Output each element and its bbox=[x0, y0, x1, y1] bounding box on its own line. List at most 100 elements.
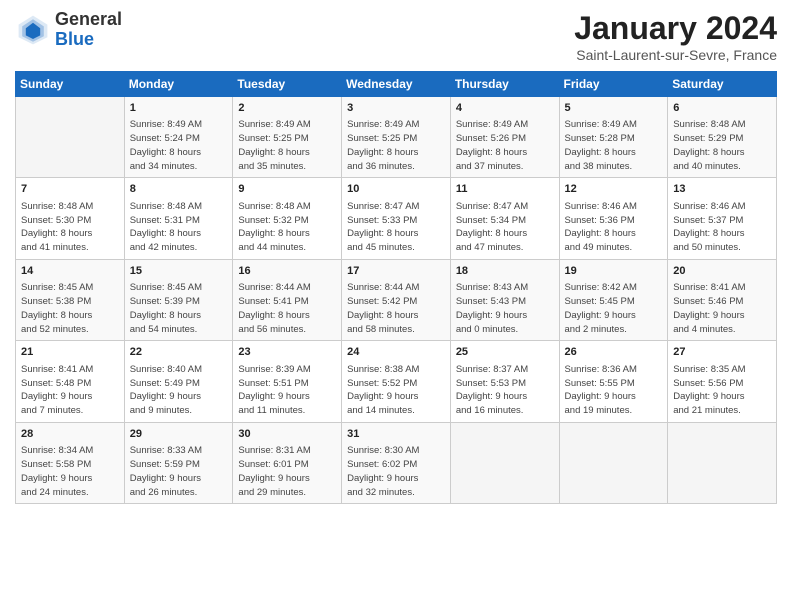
logo-text: General Blue bbox=[55, 10, 122, 50]
calendar-cell: 10Sunrise: 8:47 AMSunset: 5:33 PMDayligh… bbox=[342, 178, 451, 259]
header-day-saturday: Saturday bbox=[668, 72, 777, 97]
calendar-cell: 14 Sunrise: 8:45 AMSunset: 5:38 PMDayligh… bbox=[16, 259, 125, 340]
day-detail: Sunrise: 8:40 AMSunset: 5:49 PMDaylight:… bbox=[130, 363, 228, 418]
day-number: 22 bbox=[130, 345, 228, 360]
header-day-sunday: Sunday bbox=[16, 72, 125, 97]
header-day-thursday: Thursday bbox=[450, 72, 559, 97]
header-day-friday: Friday bbox=[559, 72, 668, 97]
calendar-cell: 20 Sunrise: 8:41 AMSunset: 5:46 PMDayligh… bbox=[668, 259, 777, 340]
calendar-cell: 13 Sunrise: 8:46 AMSunset: 5:37 PMDayligh… bbox=[668, 178, 777, 259]
day-number: 14 bbox=[21, 264, 119, 279]
calendar-cell: 1 Sunrise: 8:49 AMSunset: 5:24 PMDaylight… bbox=[124, 97, 233, 178]
day-number: 9 bbox=[238, 182, 336, 197]
calendar-cell: 6Sunrise: 8:48 AMSunset: 5:29 PMDaylight… bbox=[668, 97, 777, 178]
logo: General Blue bbox=[15, 10, 122, 50]
calendar-cell: 5 Sunrise: 8:49 AMSunset: 5:28 PMDaylight… bbox=[559, 97, 668, 178]
day-number: 8 bbox=[130, 182, 228, 197]
day-detail: Sunrise: 8:44 AMSunset: 5:42 PMDaylight:… bbox=[347, 281, 445, 336]
calendar-cell: 15 Sunrise: 8:45 AMSunset: 5:39 PMDayligh… bbox=[124, 259, 233, 340]
day-detail: Sunrise: 8:48 AMSunset: 5:31 PMDaylight:… bbox=[130, 200, 228, 255]
day-number: 25 bbox=[456, 345, 554, 360]
day-number: 26 bbox=[565, 345, 663, 360]
calendar-cell: 11 Sunrise: 8:47 AMSunset: 5:34 PMDayligh… bbox=[450, 178, 559, 259]
day-number: 15 bbox=[130, 264, 228, 279]
calendar-week-1: 1 Sunrise: 8:49 AMSunset: 5:24 PMDaylight… bbox=[16, 97, 777, 178]
day-detail: Sunrise: 8:37 AMSunset: 5:53 PMDaylight:… bbox=[456, 363, 554, 418]
day-detail: Sunrise: 8:41 AMSunset: 5:46 PMDaylight:… bbox=[673, 281, 771, 336]
day-detail: Sunrise: 8:48 AMSunset: 5:32 PMDaylight:… bbox=[238, 200, 336, 255]
calendar-cell: 16Sunrise: 8:44 AMSunset: 5:41 PMDayligh… bbox=[233, 259, 342, 340]
calendar-location: Saint-Laurent-sur-Sevre, France bbox=[574, 47, 777, 63]
calendar-week-4: 21 Sunrise: 8:41 AMSunset: 5:48 PMDayligh… bbox=[16, 341, 777, 422]
calendar-cell bbox=[559, 422, 668, 503]
calendar-header-row: SundayMondayTuesdayWednesdayThursdayFrid… bbox=[16, 72, 777, 97]
calendar-cell: 9 Sunrise: 8:48 AMSunset: 5:32 PMDaylight… bbox=[233, 178, 342, 259]
header-day-tuesday: Tuesday bbox=[233, 72, 342, 97]
day-detail: Sunrise: 8:31 AMSunset: 6:01 PMDaylight:… bbox=[238, 444, 336, 499]
header-day-monday: Monday bbox=[124, 72, 233, 97]
day-number: 21 bbox=[21, 345, 119, 360]
day-number: 6 bbox=[673, 101, 771, 116]
day-detail: Sunrise: 8:47 AMSunset: 5:34 PMDaylight:… bbox=[456, 200, 554, 255]
calendar-cell: 25 Sunrise: 8:37 AMSunset: 5:53 PMDayligh… bbox=[450, 341, 559, 422]
day-number: 19 bbox=[565, 264, 663, 279]
calendar-cell: 18 Sunrise: 8:43 AMSunset: 5:43 PMDayligh… bbox=[450, 259, 559, 340]
day-number: 12 bbox=[565, 182, 663, 197]
calendar-cell: 7 Sunrise: 8:48 AMSunset: 5:30 PMDaylight… bbox=[16, 178, 125, 259]
day-detail: Sunrise: 8:49 AMSunset: 5:28 PMDaylight:… bbox=[565, 118, 663, 173]
day-number: 31 bbox=[347, 427, 445, 442]
calendar-table: SundayMondayTuesdayWednesdayThursdayFrid… bbox=[15, 71, 777, 504]
calendar-week-3: 14 Sunrise: 8:45 AMSunset: 5:38 PMDayligh… bbox=[16, 259, 777, 340]
day-number: 13 bbox=[673, 182, 771, 197]
calendar-cell: 28Sunrise: 8:34 AMSunset: 5:58 PMDayligh… bbox=[16, 422, 125, 503]
day-number: 20 bbox=[673, 264, 771, 279]
day-detail: Sunrise: 8:49 AMSunset: 5:25 PMDaylight:… bbox=[238, 118, 336, 173]
day-number: 5 bbox=[565, 101, 663, 116]
page-header: General Blue January 2024 Saint-Laurent-… bbox=[15, 10, 777, 63]
day-detail: Sunrise: 8:46 AMSunset: 5:36 PMDaylight:… bbox=[565, 200, 663, 255]
calendar-title: January 2024 bbox=[574, 10, 777, 47]
title-block: January 2024 Saint-Laurent-sur-Sevre, Fr… bbox=[574, 10, 777, 63]
calendar-cell: 8 Sunrise: 8:48 AMSunset: 5:31 PMDaylight… bbox=[124, 178, 233, 259]
calendar-cell: 2 Sunrise: 8:49 AMSunset: 5:25 PMDaylight… bbox=[233, 97, 342, 178]
calendar-cell bbox=[16, 97, 125, 178]
day-number: 11 bbox=[456, 182, 554, 197]
day-number: 2 bbox=[238, 101, 336, 116]
day-detail: Sunrise: 8:38 AMSunset: 5:52 PMDaylight:… bbox=[347, 363, 445, 418]
logo-blue-text: Blue bbox=[55, 30, 122, 50]
calendar-cell: 4Sunrise: 8:49 AMSunset: 5:26 PMDaylight… bbox=[450, 97, 559, 178]
calendar-cell bbox=[450, 422, 559, 503]
day-number: 29 bbox=[130, 427, 228, 442]
day-detail: Sunrise: 8:49 AMSunset: 5:24 PMDaylight:… bbox=[130, 118, 228, 173]
day-detail: Sunrise: 8:41 AMSunset: 5:48 PMDaylight:… bbox=[21, 363, 119, 418]
day-detail: Sunrise: 8:45 AMSunset: 5:39 PMDaylight:… bbox=[130, 281, 228, 336]
calendar-cell: 23 Sunrise: 8:39 AMSunset: 5:51 PMDayligh… bbox=[233, 341, 342, 422]
calendar-cell: 21 Sunrise: 8:41 AMSunset: 5:48 PMDayligh… bbox=[16, 341, 125, 422]
calendar-cell: 26 Sunrise: 8:36 AMSunset: 5:55 PMDayligh… bbox=[559, 341, 668, 422]
day-number: 1 bbox=[130, 101, 228, 116]
day-number: 23 bbox=[238, 345, 336, 360]
day-detail: Sunrise: 8:33 AMSunset: 5:59 PMDaylight:… bbox=[130, 444, 228, 499]
logo-general-text: General bbox=[55, 10, 122, 30]
day-number: 3 bbox=[347, 101, 445, 116]
day-number: 24 bbox=[347, 345, 445, 360]
calendar-cell: 12 Sunrise: 8:46 AMSunset: 5:36 PMDayligh… bbox=[559, 178, 668, 259]
day-detail: Sunrise: 8:49 AMSunset: 5:26 PMDaylight:… bbox=[456, 118, 554, 173]
calendar-cell bbox=[668, 422, 777, 503]
day-detail: Sunrise: 8:43 AMSunset: 5:43 PMDaylight:… bbox=[456, 281, 554, 336]
day-detail: Sunrise: 8:45 AMSunset: 5:38 PMDaylight:… bbox=[21, 281, 119, 336]
day-number: 18 bbox=[456, 264, 554, 279]
day-detail: Sunrise: 8:46 AMSunset: 5:37 PMDaylight:… bbox=[673, 200, 771, 255]
day-detail: Sunrise: 8:30 AMSunset: 6:02 PMDaylight:… bbox=[347, 444, 445, 499]
day-detail: Sunrise: 8:36 AMSunset: 5:55 PMDaylight:… bbox=[565, 363, 663, 418]
day-detail: Sunrise: 8:48 AMSunset: 5:30 PMDaylight:… bbox=[21, 200, 119, 255]
calendar-week-2: 7 Sunrise: 8:48 AMSunset: 5:30 PMDaylight… bbox=[16, 178, 777, 259]
logo-icon bbox=[15, 12, 51, 48]
day-number: 27 bbox=[673, 345, 771, 360]
day-detail: Sunrise: 8:39 AMSunset: 5:51 PMDaylight:… bbox=[238, 363, 336, 418]
day-number: 17 bbox=[347, 264, 445, 279]
day-detail: Sunrise: 8:34 AMSunset: 5:58 PMDaylight:… bbox=[21, 444, 119, 499]
day-number: 7 bbox=[21, 182, 119, 197]
day-number: 16 bbox=[238, 264, 336, 279]
day-detail: Sunrise: 8:47 AMSunset: 5:33 PMDaylight:… bbox=[347, 200, 445, 255]
